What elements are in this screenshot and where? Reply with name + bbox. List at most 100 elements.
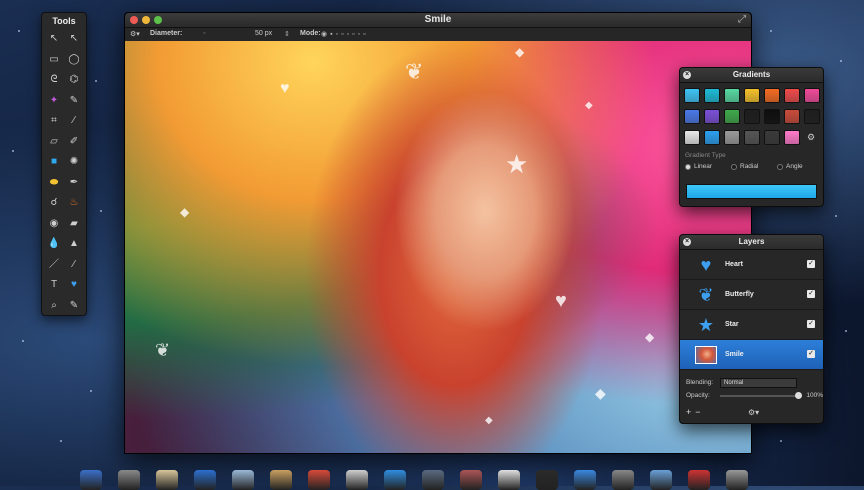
remove-layer-icon[interactable]: − (695, 407, 700, 417)
dock-app-icon[interactable] (460, 470, 482, 490)
dock-app-icon[interactable] (194, 470, 216, 490)
smudge-tool-icon[interactable]: ☌ (44, 193, 64, 214)
gradient-swatch[interactable] (724, 109, 740, 124)
gradient-swatch[interactable] (804, 109, 820, 124)
lasso-tool-icon[interactable]: ᘓ (44, 70, 64, 91)
layer-row-smile[interactable]: Smile ✓ (680, 340, 823, 370)
gear-icon[interactable]: ⚙ (804, 130, 818, 145)
crop-tool-icon[interactable]: ⌗ (44, 111, 64, 132)
stamp-tool-icon[interactable]: ✺ (64, 152, 84, 173)
gradient-editor-bar[interactable] (686, 184, 817, 199)
hand-brush-tool-icon[interactable]: ✎ (64, 296, 84, 317)
layer-row-butterfly[interactable]: ❦ Butterfly ✓ (680, 280, 823, 310)
dock-app-icon[interactable] (574, 470, 596, 490)
radio-angle[interactable]: Angle (777, 163, 823, 170)
gradient-swatch[interactable] (804, 88, 820, 103)
layer-row-heart[interactable]: ♥ Heart ✓ (680, 250, 823, 280)
slice-tool-icon[interactable]: ∕ (64, 111, 84, 132)
dock-app-icon[interactable] (384, 470, 406, 490)
gradient-swatch[interactable] (784, 88, 800, 103)
gradient-swatch[interactable] (764, 109, 780, 124)
dock-app-icon[interactable] (118, 470, 140, 490)
dock-app-icon[interactable] (650, 470, 672, 490)
dock-app-icon[interactable] (80, 470, 102, 490)
gradient-swatch[interactable] (684, 130, 700, 145)
polygon-lasso-tool-icon[interactable]: ⌬ (64, 70, 84, 91)
visibility-checkbox[interactable]: ✓ (807, 290, 815, 298)
dock-app-icon[interactable] (688, 470, 710, 490)
gradient-swatches: ⚙ (680, 83, 823, 145)
stepper-icon[interactable]: ⇕ (284, 30, 290, 38)
direct-select-tool-icon[interactable]: ↖ (64, 29, 84, 50)
heart-shape: ♥ (280, 80, 290, 97)
gradient-swatch[interactable] (744, 88, 760, 103)
gear-icon[interactable]: ⚙▾ (748, 408, 759, 417)
gradient-swatch[interactable] (724, 130, 740, 145)
dock-app-icon[interactable] (270, 470, 292, 490)
pencil-tool-icon[interactable]: ∕ (64, 255, 84, 276)
fullscreen-icon[interactable]: ⤢ (738, 14, 746, 25)
gradient-swatch[interactable] (724, 88, 740, 103)
add-layer-icon[interactable]: + (686, 407, 691, 417)
gradient-swatch[interactable] (684, 109, 700, 124)
radio-linear[interactable]: Linear (685, 163, 731, 170)
sponge-tool-icon[interactable]: ⬬ (44, 173, 64, 194)
rect-select-tool-icon[interactable]: ▭ (44, 50, 64, 71)
text-tool-icon[interactable]: T (44, 275, 64, 296)
gradient-swatch[interactable] (764, 88, 780, 103)
mode-options[interactable]: ◉▪◦▫◦▫◦▫ (321, 30, 368, 38)
gradient-swatch[interactable] (704, 130, 720, 145)
visibility-checkbox[interactable]: ✓ (807, 350, 815, 358)
drop-tool-icon[interactable]: 💧 (44, 234, 64, 255)
ellipse-select-tool-icon[interactable]: ◯ (64, 50, 84, 71)
dock-app-icon[interactable] (536, 470, 558, 490)
gradients-title: Gradients (732, 70, 771, 79)
gradient-swatch[interactable] (684, 88, 700, 103)
blending-select[interactable]: Normal (720, 377, 797, 388)
close-icon[interactable]: × (683, 71, 691, 79)
eyedropper-tool-icon[interactable]: ✎ (64, 91, 84, 112)
dock-app-icon[interactable] (726, 470, 748, 490)
magic-wand-tool-icon[interactable]: ✦ (44, 91, 64, 112)
burn-tool-icon[interactable]: ♨ (64, 193, 84, 214)
gradient-swatch[interactable] (784, 130, 800, 145)
diameter-slider-icon[interactable]: ◦ (203, 30, 205, 37)
gradient-swatch[interactable] (784, 109, 800, 124)
eraser-tool-icon[interactable]: ▱ (44, 132, 64, 153)
line-tool-icon[interactable]: ／ (44, 255, 64, 276)
opacity-slider[interactable] (719, 391, 803, 399)
brush-tool-icon[interactable]: ✐ (64, 132, 84, 153)
slider-knob[interactable] (795, 391, 803, 399)
gear-icon[interactable]: ⚙▾ (130, 30, 140, 38)
gradient-swatch[interactable] (744, 109, 760, 124)
layers-title-bar[interactable]: × Layers (680, 235, 823, 250)
sharpen-tool-icon[interactable]: ▲ (64, 234, 84, 255)
dock-app-icon[interactable] (612, 470, 634, 490)
eye-tool-icon[interactable]: ◉ (44, 214, 64, 235)
diameter-value[interactable]: 50 px (255, 30, 272, 37)
eraser-2-tool-icon[interactable]: ▰ (64, 214, 84, 235)
dock-app-icon[interactable] (422, 470, 444, 490)
visibility-checkbox[interactable]: ✓ (807, 260, 815, 268)
select-arrow-tool-icon[interactable]: ↖ (44, 29, 64, 50)
gradient-swatch[interactable] (704, 88, 720, 103)
dock-app-icon[interactable] (308, 470, 330, 490)
gradients-title-bar[interactable]: × Gradients (680, 68, 823, 83)
dock-app-icon[interactable] (498, 470, 520, 490)
gradient-swatch[interactable] (704, 109, 720, 124)
visibility-checkbox[interactable]: ✓ (807, 320, 815, 328)
dock-app-icon[interactable] (346, 470, 368, 490)
fill-tool-icon[interactable]: ■ (44, 152, 64, 173)
radio-radial[interactable]: Radial (731, 163, 777, 170)
title-bar[interactable]: Smile ⤢ (125, 13, 751, 28)
shape-heart-tool-icon[interactable]: ♥ (64, 275, 84, 296)
layer-row-star[interactable]: ★ Star ✓ (680, 310, 823, 340)
dock-app-icon[interactable] (156, 470, 178, 490)
zoom-tool-icon[interactable]: ⌕ (44, 296, 64, 317)
gradient-swatch[interactable] (744, 130, 760, 145)
gradient-swatch[interactable] (764, 130, 780, 145)
pen-tool-icon[interactable]: ✒ (64, 173, 84, 194)
dock-app-icon[interactable] (232, 470, 254, 490)
image-canvas[interactable]: ♥ ❦ ★ ◆ ◆ ◆ ❦ ♥ ◆ ◆ ◆ (125, 41, 751, 453)
close-icon[interactable]: × (683, 238, 691, 246)
